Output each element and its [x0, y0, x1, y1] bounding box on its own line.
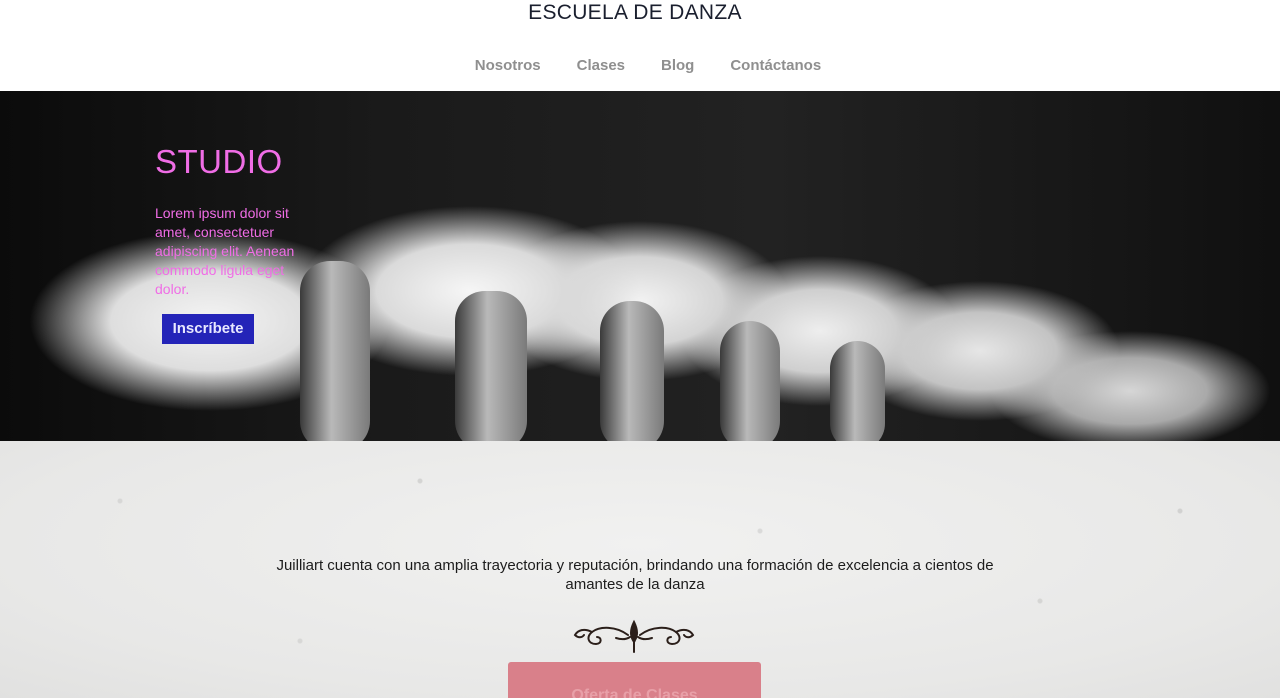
signup-button[interactable]: Inscríbete: [162, 314, 254, 344]
intro-text: Juilliart cuenta con una amplia trayecto…: [276, 557, 994, 593]
nav-item-nosotros[interactable]: Nosotros: [475, 57, 541, 74]
hero-photo-leg: [830, 341, 885, 441]
page: ESCUELA DE DANZA Nosotros Clases Blog Co…: [0, 0, 1280, 698]
nav-item-contactanos[interactable]: Contáctanos: [730, 57, 821, 74]
hero-title: STUDIO: [155, 143, 283, 180]
site-title: ESCUELA DE DANZA: [528, 1, 742, 24]
nav-item-clases[interactable]: Clases: [577, 57, 625, 74]
hero-photo-leg: [600, 301, 664, 441]
site-header: ESCUELA DE DANZA Nosotros Clases Blog Co…: [0, 0, 1280, 91]
hero-content: STUDIO Lorem ipsum dolor sit amet, conse…: [155, 143, 315, 299]
hero-banner: STUDIO Lorem ipsum dolor sit amet, conse…: [0, 91, 1280, 441]
hero-photo-leg: [455, 291, 527, 441]
class-offer-button[interactable]: Oferta de Clases: [508, 662, 761, 698]
nav-item-blog[interactable]: Blog: [661, 57, 694, 74]
hero-photo-leg: [720, 321, 780, 441]
intro-section: Juilliart cuenta con una amplia trayecto…: [0, 441, 1280, 698]
main-nav: Nosotros Clases Blog Contáctanos: [0, 57, 1280, 74]
hero-description: Lorem ipsum dolor sit amet, consectetuer…: [155, 205, 295, 297]
flourish-divider-icon: [573, 619, 695, 653]
